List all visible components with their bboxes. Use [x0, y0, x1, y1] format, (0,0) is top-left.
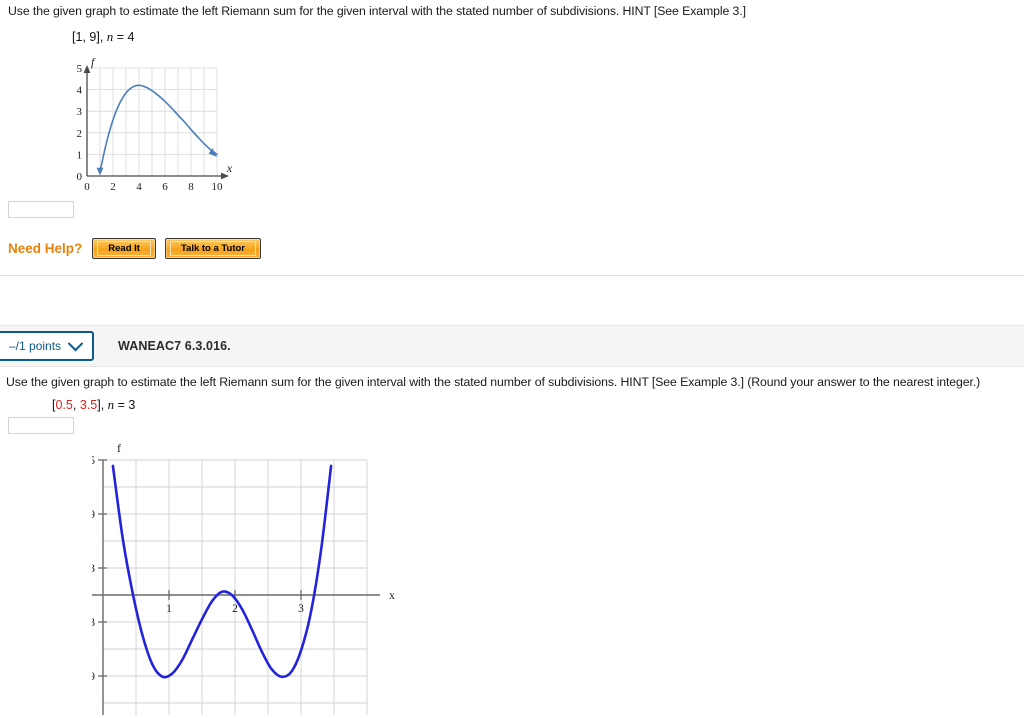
svg-text:10: 10 [212, 181, 224, 193]
read-it-button[interactable]: Read It [92, 238, 156, 259]
points-label: –/1 points [9, 339, 62, 353]
riemann-graph-2-svg: 15 9 3 −3 −9 1 2 3 f x [83, 441, 395, 715]
graph-1-x-tick-labels: 0 2 4 6 8 10 [84, 181, 223, 193]
need-help-row: Need Help? Read It Talk to a Tutor [8, 238, 270, 259]
svg-text:2: 2 [77, 128, 83, 140]
riemann-graph-1-svg: 0 1 2 3 4 5 0 2 4 6 8 10 f x [77, 57, 234, 193]
graph-2-axes [92, 460, 380, 715]
question-2-points-dropdown[interactable]: –/1 points [0, 331, 95, 361]
question-2-graph: 15 9 3 −3 −9 1 2 3 f x [83, 440, 412, 718]
graph-1-y-axis-label: f [91, 57, 96, 69]
graph-1-curve [96, 84, 218, 176]
interval-upper-bound: 3.5 [79, 398, 98, 412]
subdivision-value: = 3 [114, 398, 136, 412]
interval-lower-bound: 0.5 [55, 398, 73, 412]
need-help-label: Need Help? [8, 241, 83, 256]
graph-1-y-tick-labels: 0 1 2 3 4 5 [77, 63, 83, 183]
question-2-interval: [0.5, 3.5], n = 3 [52, 397, 135, 413]
question-1-graph: 0 1 2 3 4 5 0 2 4 6 8 10 f x [62, 56, 237, 199]
svg-text:−3: −3 [92, 617, 95, 629]
svg-text:1: 1 [77, 149, 83, 161]
interval-close-bracket: ], [96, 30, 107, 44]
graph-1-axes [86, 71, 223, 177]
svg-text:3: 3 [298, 603, 304, 615]
section-divider-top [0, 275, 1024, 276]
question-2-code: WANEAC7 6.3.016. [118, 339, 231, 353]
svg-text:6: 6 [162, 181, 168, 193]
graph-2-x-axis-label: x [389, 588, 395, 602]
svg-text:3: 3 [77, 106, 83, 118]
graph-2-y-tick-labels: 15 9 3 −3 −9 [83, 455, 96, 683]
chevron-down-icon [67, 335, 84, 351]
question-2-answer-input[interactable] [8, 417, 74, 434]
graph-1-x-axis-label: x [226, 163, 233, 175]
question-1-prompt: Use the given graph to estimate the left… [8, 4, 746, 18]
question-1-answer-input[interactable] [8, 201, 74, 218]
svg-text:3: 3 [92, 563, 95, 575]
svg-text:5: 5 [77, 63, 83, 75]
svg-text:2: 2 [110, 181, 116, 193]
graph-1-y-axis-arrowhead [83, 65, 91, 73]
question-1-interval: [1, 9], n = 4 [72, 29, 134, 45]
svg-text:2: 2 [232, 603, 238, 615]
interval-separator: , [72, 398, 80, 412]
svg-text:4: 4 [136, 181, 142, 193]
talk-to-a-tutor-button-label: Talk to a Tutor [169, 241, 256, 256]
svg-text:4: 4 [77, 85, 83, 97]
graph-2-y-axis-label: f [117, 441, 121, 455]
subdivision-value: = 4 [113, 30, 135, 44]
svg-text:0: 0 [77, 171, 83, 183]
graph-2-x-tick-labels: 1 2 3 [166, 603, 304, 615]
svg-text:9: 9 [92, 509, 95, 521]
svg-text:15: 15 [92, 455, 95, 467]
question-2-prompt: Use the given graph to estimate the left… [6, 375, 981, 389]
graph-1-curve-start-arrowhead [96, 167, 104, 176]
svg-text:0: 0 [84, 181, 90, 193]
svg-text:8: 8 [188, 181, 194, 193]
talk-to-a-tutor-button[interactable]: Talk to a Tutor [164, 238, 261, 259]
graph-1-gridlines [86, 67, 218, 177]
svg-text:1: 1 [166, 603, 172, 615]
graph-2-curve [111, 464, 333, 679]
svg-text:−9: −9 [92, 671, 95, 683]
interval-close-bracket: ], [97, 398, 108, 412]
read-it-button-label: Read It [97, 241, 151, 256]
